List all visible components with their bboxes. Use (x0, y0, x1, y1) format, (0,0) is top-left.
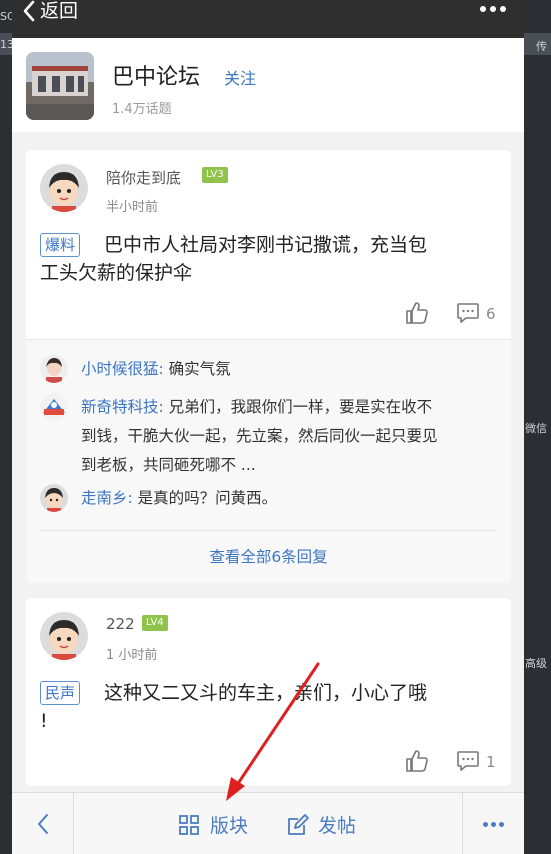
topic-count: 1.4万话题 (112, 102, 172, 117)
bottom-more-button[interactable] (462, 793, 524, 854)
grid-icon (179, 814, 199, 835)
comment-author[interactable]: 走南乡: (81, 489, 133, 507)
thumbs-up-icon[interactable] (404, 300, 430, 326)
boards-button[interactable]: 版块 (178, 811, 248, 838)
comment-body: 是真的吗？问黄西。 (137, 489, 278, 507)
view-all-replies-link[interactable]: 查看全部6条回复 (40, 530, 497, 580)
background-text: 传 (536, 40, 547, 53)
cartoon-avatar-icon (40, 484, 68, 512)
forum-header: 巴中论坛 关注 1.4万话题 (12, 38, 524, 132)
comment-body: 确实气氛 (168, 360, 231, 378)
user-name[interactable]: 陪你走到底 (106, 167, 181, 188)
post-title-line[interactable]: 工头欠薪的保护伞 (40, 259, 192, 287)
post-tag[interactable]: 爆料 (40, 233, 81, 257)
post-time: 半小时前 (106, 200, 159, 215)
post-tag[interactable]: 民声 (40, 681, 81, 705)
comment-bubble-icon[interactable] (456, 750, 480, 772)
cartoon-avatar-icon (40, 164, 88, 212)
background-text: 高级 (525, 657, 547, 670)
comment-body: 到钱，干脆大伙一起，先立案，然后同伙一起只要见 (81, 427, 438, 445)
building-photo-icon (26, 52, 94, 120)
comment-author[interactable]: 小时候很猛: (81, 360, 164, 378)
dot-icon (491, 821, 496, 827)
bottom-action-bar: 版块 发帖 (12, 792, 524, 854)
bottom-back-button[interactable] (12, 793, 74, 854)
boards-label: 版块 (210, 815, 249, 837)
avatar-logo-icon (40, 393, 68, 421)
comment-text: 走南乡: 是真的吗？问黄西。 (81, 484, 501, 513)
dot-icon (483, 821, 488, 827)
user-avatar[interactable] (40, 164, 88, 212)
more-options-button[interactable] (480, 0, 506, 18)
back-label: 返回 (40, 0, 79, 22)
post-title-line[interactable]: ! (40, 707, 48, 735)
dot-icon (499, 821, 504, 827)
chevron-left-icon (23, 0, 35, 22)
dot-icon (500, 6, 506, 12)
comment-count: 1 (486, 753, 496, 771)
level-badge: LV4 (142, 615, 168, 631)
comment-author[interactable]: 新奇特科技: (81, 398, 164, 416)
forum-thumbnail[interactable] (26, 52, 94, 120)
cartoon-avatar-icon (40, 612, 88, 660)
edit-icon (288, 813, 309, 835)
comment-bubble-icon[interactable] (456, 302, 480, 324)
level-badge: LV3 (202, 167, 228, 183)
avatar-photo-icon (40, 355, 68, 383)
back-button[interactable]: 返回 (22, 0, 78, 22)
comment-text: 小时候很猛: 确实气氛 (81, 355, 501, 384)
comment-count: 6 (486, 305, 496, 323)
forum-title: 巴中论坛 (112, 65, 201, 90)
comment-body: 兄弟们，我跟你们一样，要是实在收不 (168, 398, 433, 416)
thumbs-up-icon[interactable] (404, 748, 430, 774)
phone-frame: 返回 巴中论坛 关注 1.4万话题 陪你走到底 LV3 半小时前 爆料 巴中市人… (12, 0, 524, 854)
comment-item[interactable]: 走南乡: 是真的吗？问黄西。 (40, 484, 495, 514)
top-nav-bar: 返回 (12, 0, 524, 38)
comment-item[interactable]: 新奇特科技: 兄弟们，我跟你们一样，要是实在收不到钱，干脆大伙一起，先立案，然后… (40, 393, 495, 483)
background-text: 微信 (525, 422, 547, 435)
post-card[interactable]: 222 LV4 1 小时前 民声 这种又二又斗的车主，亲们，小心了哦 ! 1 (26, 598, 511, 786)
post-time: 1 小时前 (106, 648, 158, 663)
new-post-button[interactable]: 发帖 (286, 811, 356, 838)
post-title-line[interactable]: 这种又二又斗的车主，亲们，小心了哦 (104, 679, 427, 707)
chevron-left-icon (37, 814, 48, 834)
user-avatar[interactable] (40, 612, 88, 660)
commenter-avatar[interactable] (40, 484, 68, 512)
comment-body: 到老板，共同砸死哪不 ... (81, 456, 256, 474)
dot-icon (480, 6, 486, 12)
comment-item[interactable]: 小时候很猛: 确实气氛 (40, 355, 495, 385)
commenter-avatar[interactable] (40, 393, 68, 421)
comment-text: 新奇特科技: 兄弟们，我跟你们一样，要是实在收不到钱，干脆大伙一起，先立案，然后… (81, 393, 501, 480)
post-title-line[interactable]: 巴中市人社局对李刚书记撒谎，充当包 (104, 231, 427, 259)
dot-icon (490, 6, 496, 12)
follow-button[interactable]: 关注 (224, 65, 256, 89)
user-name[interactable]: 222 (106, 615, 135, 633)
post-card[interactable]: 陪你走到底 LV3 半小时前 爆料 巴中市人社局对李刚书记撒谎，充当包 工头欠薪… (26, 150, 511, 583)
new-post-label: 发帖 (318, 815, 357, 837)
commenter-avatar[interactable] (40, 355, 68, 383)
comment-list: 小时候很猛: 确实气氛 新奇特科技: 兄弟们，我跟你们一样，要是实在收不到钱，干… (26, 339, 511, 583)
